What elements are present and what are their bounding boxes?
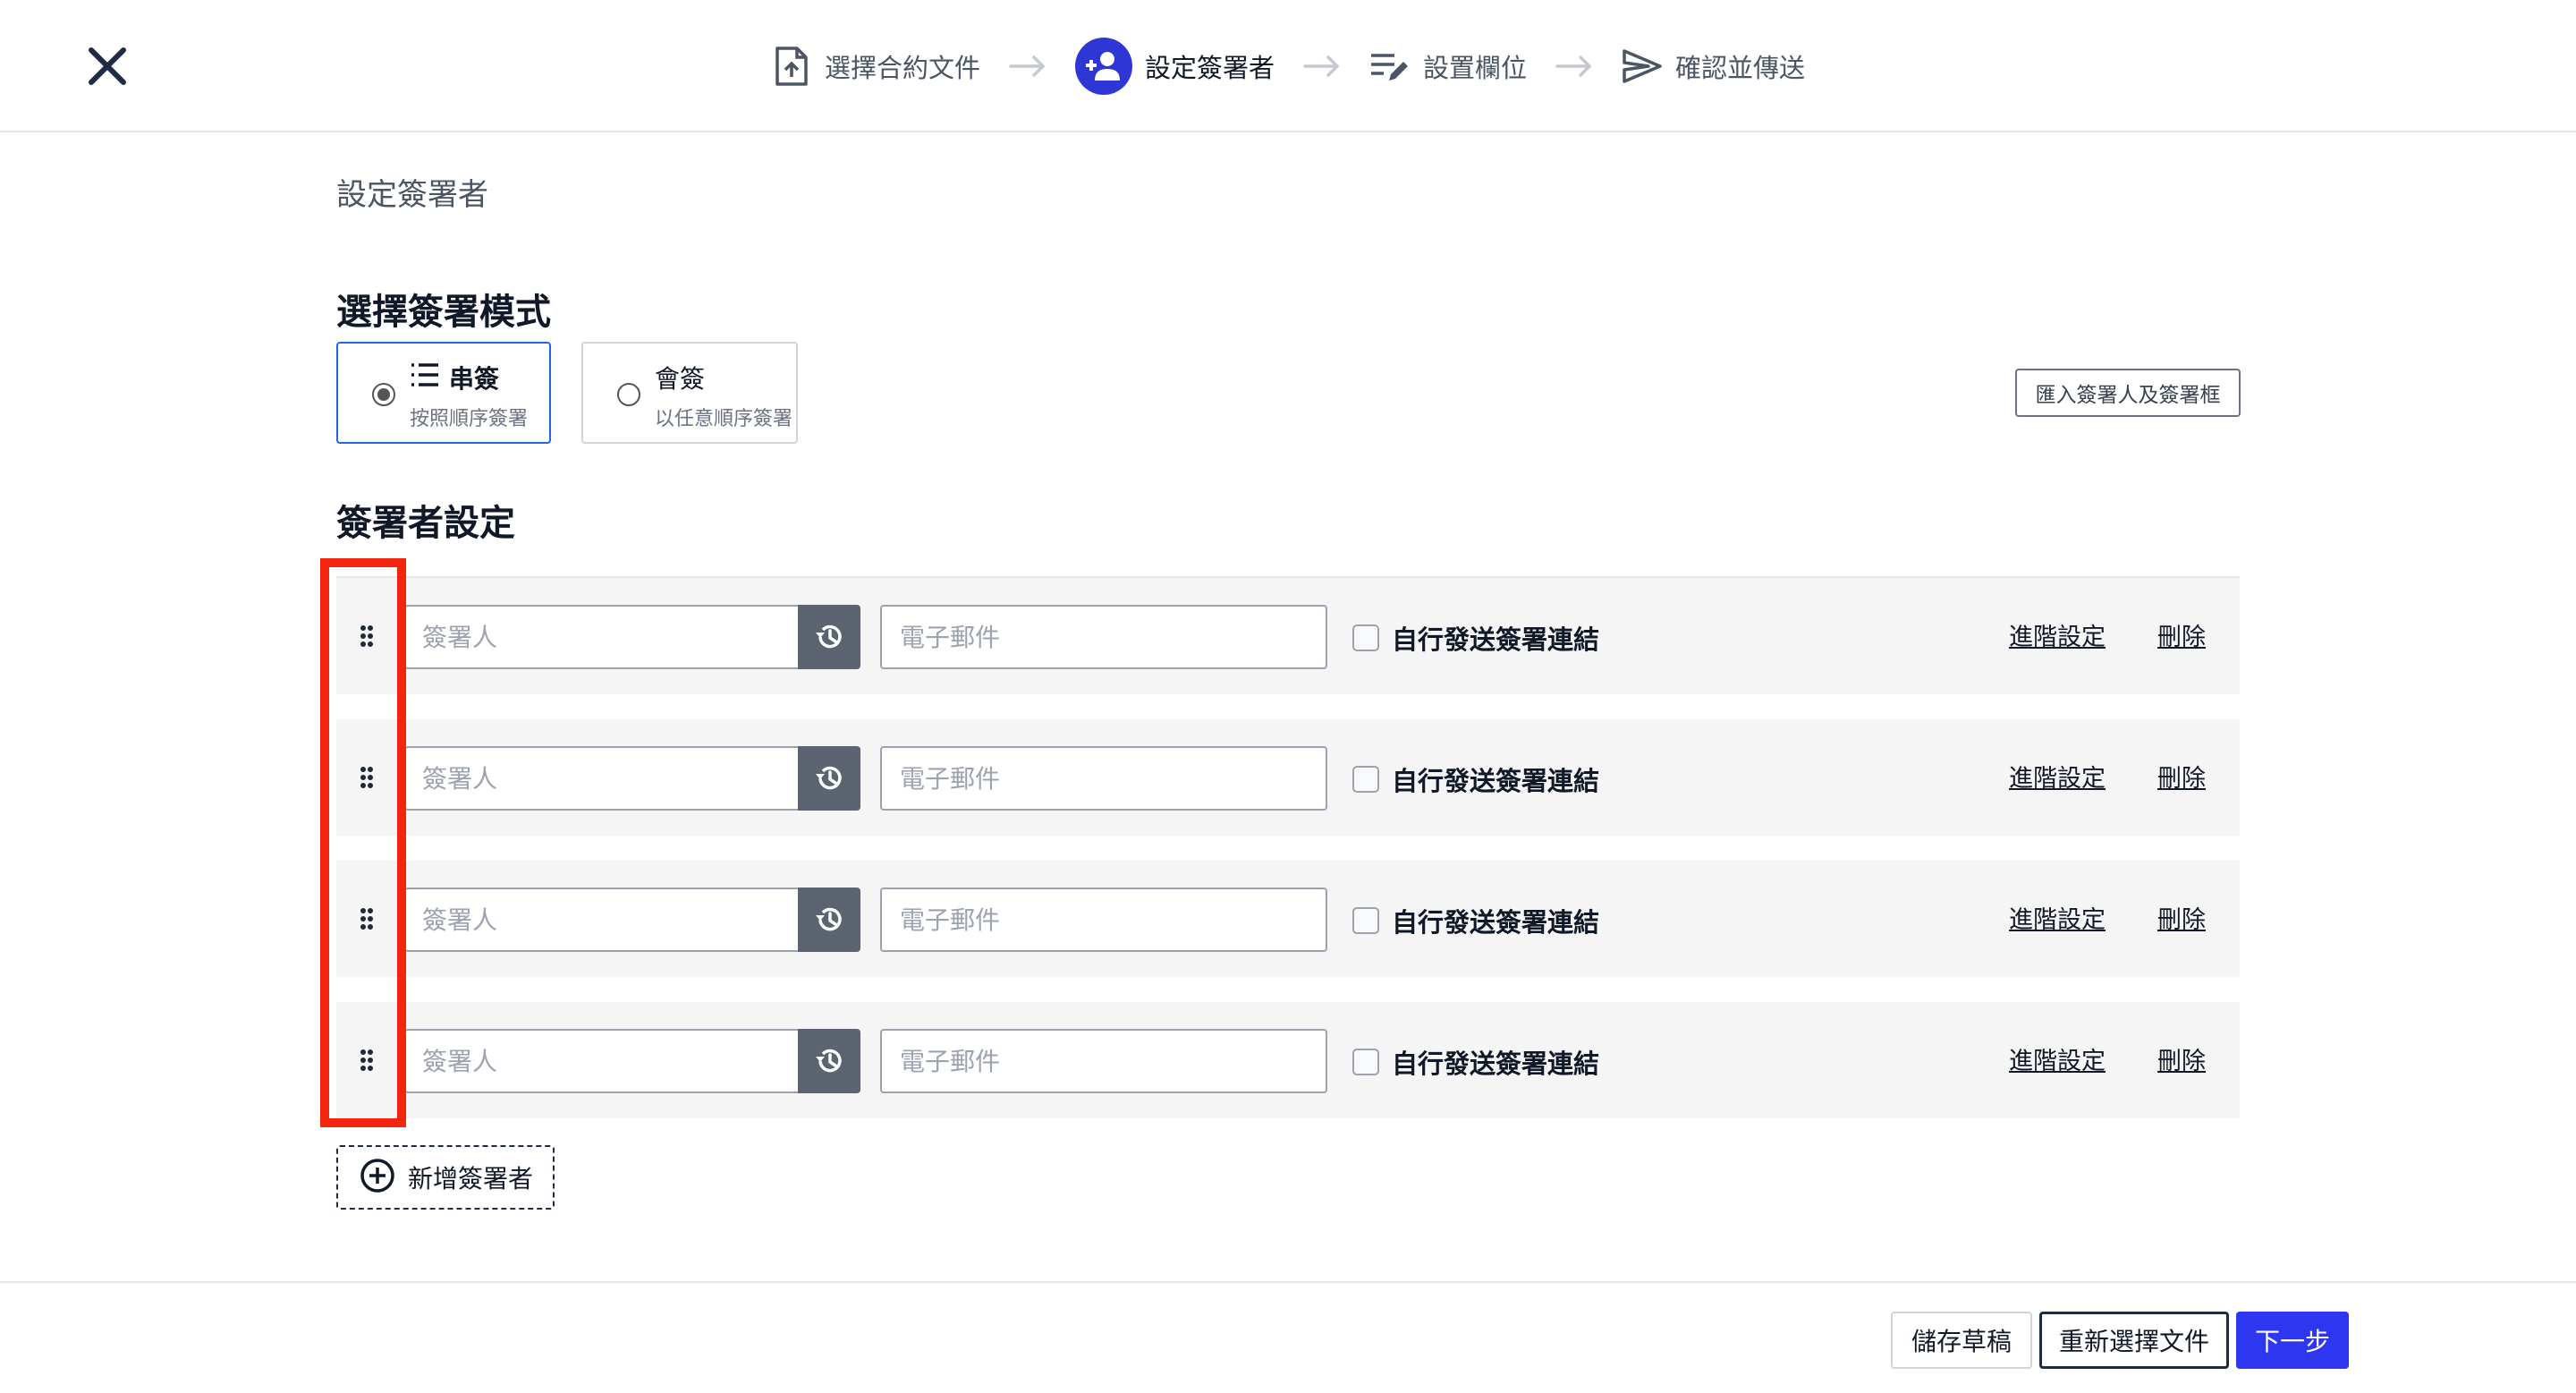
signer-email-input[interactable] [880,1029,1327,1093]
ordered-list-icon [410,361,440,395]
history-icon[interactable] [798,746,860,811]
send-icon [1622,46,1663,87]
self-send-label: 自行發送簽署連結 [1392,1049,1600,1079]
radio-unselected[interactable] [617,383,640,406]
history-icon[interactable] [798,1029,860,1093]
signer-row: 自行發送簽署連結 進階設定 刪除 [336,578,2240,694]
drag-handle-icon[interactable] [336,861,397,977]
radio-selected[interactable] [372,383,395,406]
step-select-document[interactable]: 選擇合約文件 [771,46,980,87]
next-step-button[interactable]: 下一步 [2236,1312,2349,1369]
delete-signer-link[interactable]: 刪除 [2157,900,2206,935]
advanced-settings-link[interactable]: 進階設定 [2009,759,2106,794]
mode-description: 以任意順序簽署 [655,408,793,430]
reselect-document-button[interactable]: 重新選擇文件 [2039,1312,2229,1369]
add-person-icon [1074,38,1132,95]
arrow-right-icon [1007,46,1048,87]
import-signers-button[interactable]: 匯入簽署人及簽署框 [2015,369,2241,417]
history-icon[interactable] [798,888,860,952]
delete-signer-link[interactable]: 刪除 [2157,759,2206,794]
arrow-right-icon [1301,46,1343,87]
step-label: 設定簽署者 [1144,53,1275,83]
self-send-label: 自行發送簽署連結 [1392,624,1600,655]
mode-parallel-option[interactable]: 會簽 以任意順序簽署 [581,342,798,444]
mode-description: 按照順序簽署 [410,408,529,430]
signing-mode-title: 選擇簽署模式 [336,292,551,333]
step-set-fields[interactable]: 設置欄位 [1369,46,1527,87]
plus-circle-icon [360,1158,395,1197]
signer-name-input[interactable] [404,1029,798,1093]
step-label: 確認並傳送 [1675,53,1806,83]
signer-row: 自行發送簽署連結 進階設定 刪除 [336,719,2240,836]
signer-settings-title: 簽署者設定 [336,503,515,544]
self-send-checkbox-group[interactable]: 自行發送簽署連結 [1352,902,1599,939]
arrow-right-icon [1554,46,1595,87]
signer-email-input[interactable] [880,746,1327,811]
self-send-checkbox-group[interactable]: 自行發送簽署連結 [1352,619,1599,657]
mode-sequential-option[interactable]: 串簽 按照順序簽署 [336,342,551,444]
mode-label: 會簽 [655,364,706,394]
drag-handle-icon[interactable] [336,578,397,694]
step-label: 選擇合約文件 [824,53,980,83]
step-set-signers[interactable]: 設定簽署者 [1074,38,1275,95]
edit-list-icon [1369,46,1411,87]
signer-name-input[interactable] [404,888,798,952]
drag-handle-icon[interactable] [336,719,397,836]
step-label: 設置欄位 [1423,53,1528,83]
self-send-label: 自行發送簽署連結 [1392,907,1600,938]
advanced-settings-link[interactable]: 進階設定 [2009,1041,2106,1076]
footer-bar: 儲存草稿 重新選擇文件 下一步 [0,1281,2576,1393]
advanced-settings-link[interactable]: 進階設定 [2009,617,2106,652]
signer-row: 自行發送簽署連結 進階設定 刪除 [336,1002,2240,1118]
advanced-settings-link[interactable]: 進階設定 [2009,900,2106,935]
step-confirm-send[interactable]: 確認並傳送 [1622,46,1805,87]
stepper: 選擇合約文件 設定簽署者 設置欄位 確認並傳送 [0,32,2576,100]
history-icon[interactable] [798,605,860,669]
mode-label: 串簽 [449,364,500,394]
delete-signer-link[interactable]: 刪除 [2157,1041,2206,1076]
signer-name-input[interactable] [404,746,798,811]
upload-file-icon [771,46,812,87]
top-bar: 選擇合約文件 設定簽署者 設置欄位 確認並傳送 [0,0,2576,132]
self-send-checkbox-group[interactable]: 自行發送簽署連結 [1352,1043,1599,1081]
add-signer-button[interactable]: 新增簽署者 [336,1145,555,1210]
self-send-checkbox[interactable] [1352,766,1379,793]
signer-row: 自行發送簽署連結 進階設定 刪除 [336,861,2240,977]
add-signer-label: 新增簽署者 [408,1164,534,1193]
self-send-checkbox[interactable] [1352,907,1379,934]
self-send-checkbox[interactable] [1352,1049,1379,1075]
signer-email-input[interactable] [880,888,1327,952]
save-draft-button[interactable]: 儲存草稿 [1891,1312,2032,1369]
self-send-checkbox[interactable] [1352,624,1379,651]
self-send-checkbox-group[interactable]: 自行發送簽署連結 [1352,760,1599,798]
page-breadcrumb: 設定簽署者 [336,177,488,213]
delete-signer-link[interactable]: 刪除 [2157,617,2206,652]
self-send-label: 自行發送簽署連結 [1392,766,1600,796]
signer-email-input[interactable] [880,605,1327,669]
drag-handle-icon[interactable] [336,1002,397,1118]
signer-name-input[interactable] [404,605,798,669]
